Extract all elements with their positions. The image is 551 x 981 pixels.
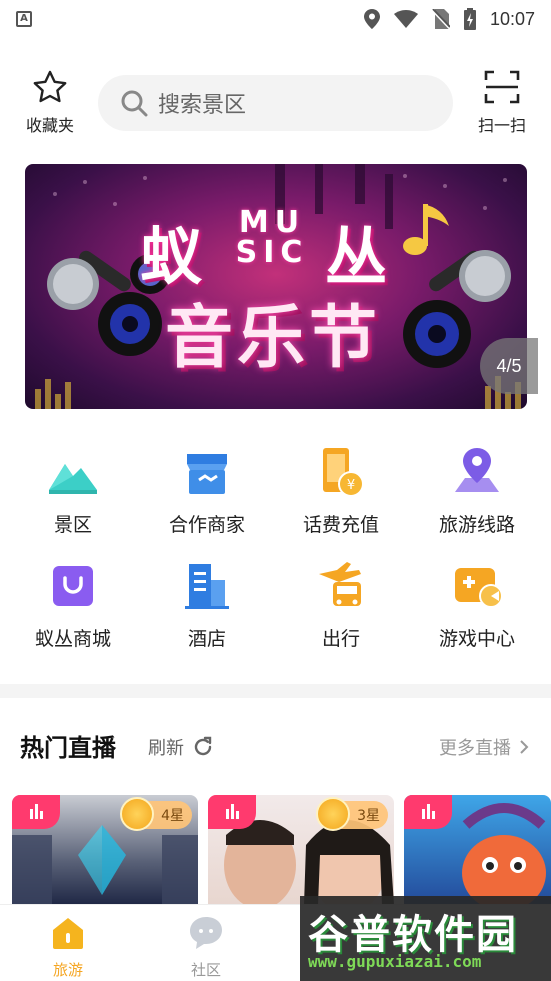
favorites-button[interactable]: 收藏夹 [16,70,84,136]
banner-page-indicator: 4/5 [480,338,538,394]
travel-bus-plane-icon [319,562,361,606]
search-icon [121,90,148,117]
tab-travel-label: 旅游 [52,961,83,979]
star-coin-icon [120,797,154,831]
notification-icon: A [16,11,32,27]
scan-icon [484,70,520,104]
status-time: 10:07 [489,8,535,29]
banner-music-line2: SIC [235,235,309,270]
star-rating-badge: 4星 [120,797,192,831]
game-controller-icon [455,568,503,608]
header: 收藏夹 搜索景区 扫一扫 [0,66,551,138]
status-bar: A 10:07 [0,0,551,38]
mountain-icon [49,464,97,494]
grid-item-travel-routes[interactable]: 旅游线路 [412,446,542,537]
grid-item-partner-merchants[interactable]: 合作商家 [142,446,272,537]
search-input[interactable]: 搜索景区 [158,87,246,119]
battery-charging-icon [463,8,476,30]
music-note [403,204,449,255]
wifi-icon [393,10,418,28]
grid-item-travel[interactable]: 出行 [276,560,406,651]
grid-label: 景区 [53,514,92,536]
grid-label: 游戏中心 [438,628,515,650]
phone-recharge-icon: ¥ [323,448,364,497]
section-divider [0,684,551,698]
live-card[interactable] [404,795,551,905]
star-outline-icon [33,70,67,103]
chat-bubble-icon [190,917,222,949]
watermark-url: www.gupuxiazai.com [308,952,482,971]
favorites-label: 收藏夹 [25,116,74,135]
svg-text:¥: ¥ [347,478,355,493]
refresh-icon [194,736,212,756]
live-section-header: 热门直播 刷新 更多直播 [0,720,551,772]
live-badge [404,795,452,829]
banner-music-line1: MU [238,205,306,240]
more-live-label: 更多直播 [439,738,511,759]
right-microphone [429,250,511,302]
grid-label: 蚁丛商城 [34,628,111,650]
banner-music-text: MU SIC [227,208,317,268]
grid-label: 酒店 [187,628,226,650]
scan-label: 扫一扫 [477,116,526,135]
watermark: 谷普软件园 www.gupuxiazai.com [300,896,551,981]
grid-item-scenic[interactable]: 景区 [8,446,138,537]
search-bar[interactable]: 搜索景区 [98,75,453,131]
live-section-title: 热门直播 [20,734,116,762]
refresh-label: 刷新 [148,738,184,759]
live-bars-icon [30,804,43,819]
shopping-bag-icon [53,566,93,606]
live-card[interactable]: 4星 [12,795,198,905]
no-sim-icon [431,9,450,29]
banner-subtitle: 音乐节 [165,299,382,378]
hotel-building-icon [185,564,229,609]
home-tab-icon [53,918,83,949]
location-icon [363,9,380,29]
live-cards: 4星 3星 [0,795,551,905]
star-rating-text: 4星 [161,808,184,824]
star-rating-badge: 3星 [316,797,388,831]
star-coin-icon [316,797,350,831]
tab-community[interactable]: 社区 [166,915,246,980]
grid-item-hotel[interactable]: 酒店 [142,560,272,651]
tab-community-label: 社区 [190,961,221,979]
live-badge [208,795,256,829]
grid-item-mall[interactable]: 蚁丛商城 [8,560,138,651]
promo-banner[interactable]: 蚁 MU SIC 丛 音乐节 [25,164,527,409]
live-card[interactable]: 3星 [208,795,394,905]
tab-travel[interactable]: 旅游 [28,915,108,980]
scan-button[interactable]: 扫一扫 [470,70,534,136]
route-pin-icon [455,448,499,492]
grid-item-phone-recharge[interactable]: ¥ 话费充值 [276,446,406,537]
live-badge [12,795,60,829]
right-speaker [403,300,471,368]
store-icon [187,454,227,494]
grid-label: 出行 [321,628,360,650]
more-live-link[interactable]: 更多直播 [439,734,529,760]
live-bars-icon [226,804,239,819]
grid-label: 旅游线路 [438,514,515,536]
refresh-button[interactable]: 刷新 [148,734,214,760]
grid-label: 话费充值 [302,514,379,536]
grid-label: 合作商家 [168,514,245,536]
live-bars-icon [422,804,435,819]
chevron-right-icon [520,740,529,754]
status-icons: 10:07 [363,8,535,30]
star-rating-text: 3星 [357,808,380,824]
grid-item-game-center[interactable]: 游戏中心 [412,560,542,651]
